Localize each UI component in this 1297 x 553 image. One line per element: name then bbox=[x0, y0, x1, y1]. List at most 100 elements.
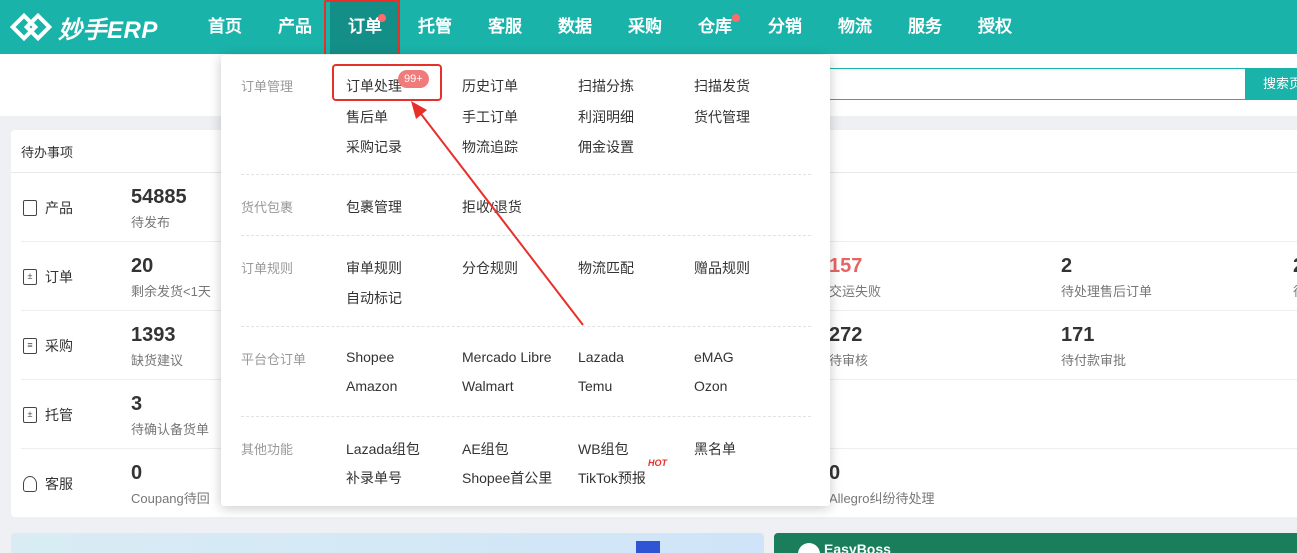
nav-item-warehouse-label: 仓库 bbox=[698, 17, 732, 36]
menu-item-scan-sort[interactable]: 扫描分拣 bbox=[578, 76, 634, 96]
menu-item-package-management[interactable]: 包裹管理 bbox=[346, 197, 402, 217]
nav-item-services[interactable]: 服务 bbox=[890, 0, 960, 54]
group-title-order-management: 订单管理 bbox=[241, 79, 294, 94]
menu-item-shopee[interactable]: Shopee bbox=[346, 349, 394, 365]
panel-title: 待办事项 bbox=[21, 145, 74, 160]
stat-label: 剩余发货<1天 bbox=[131, 284, 211, 299]
menu-item-tracking-number-entry[interactable]: 补录单号 bbox=[346, 468, 402, 488]
divider bbox=[241, 416, 811, 417]
purchase-icon: ≡ bbox=[23, 338, 37, 354]
nav-item-warehouse[interactable]: 仓库 bbox=[680, 0, 750, 54]
stat-item[interactable]: 2待 bbox=[1293, 255, 1297, 300]
stat-value: 54885 bbox=[131, 186, 187, 208]
easyboss-logo-icon bbox=[798, 543, 820, 553]
menu-item-rejected-returns[interactable]: 拒收/退货 bbox=[462, 197, 522, 217]
stat-value: 2 bbox=[1293, 255, 1297, 279]
nav-item-logistics[interactable]: 物流 bbox=[820, 0, 890, 54]
stat-item[interactable]: 3 待确认备货单 bbox=[131, 393, 209, 438]
group-title-platform-warehouse-orders: 平台仓订单 bbox=[241, 352, 307, 367]
menu-item-purchase-records[interactable]: 采购记录 bbox=[346, 137, 402, 157]
menu-item-profit-detail[interactable]: 利润明细 bbox=[578, 107, 634, 127]
row-label-text: 订单 bbox=[45, 269, 73, 285]
promo-banner-right[interactable]: EasyBoss bbox=[774, 533, 1297, 553]
promo-banner-left[interactable] bbox=[11, 533, 764, 553]
menu-item-shopee-first-mile[interactable]: Shopee首公里 bbox=[462, 468, 552, 488]
group-title-other-functions: 其他功能 bbox=[241, 442, 294, 457]
stat-item[interactable]: 20 剩余发货<1天 bbox=[131, 255, 211, 300]
menu-item-scan-ship[interactable]: 扫描发货 bbox=[694, 76, 750, 96]
stat-value: 0 bbox=[829, 462, 841, 484]
menu-item-commission-settings[interactable]: 佣金设置 bbox=[578, 137, 634, 157]
stat-item[interactable]: 0 Allegro纠纷待处理 bbox=[829, 462, 934, 507]
menu-item-blacklist[interactable]: 黑名单 bbox=[694, 439, 736, 459]
menu-item-warehouse-rules[interactable]: 分仓规则 bbox=[462, 258, 518, 278]
notification-dot bbox=[378, 14, 386, 22]
logo-text: 妙手ERP bbox=[58, 16, 158, 44]
stat-item[interactable]: 1393 缺货建议 bbox=[131, 324, 183, 369]
nav-item-purchase[interactable]: 采购 bbox=[610, 0, 680, 54]
stat-value: 1393 bbox=[131, 324, 176, 346]
menu-item-auto-tagging[interactable]: 自动标记 bbox=[346, 288, 402, 308]
divider bbox=[241, 326, 811, 327]
stat-value: 157 bbox=[829, 255, 863, 277]
stat-item[interactable]: 2 待处理售后订单 bbox=[1061, 255, 1152, 300]
stat-label: 交运失败 bbox=[829, 284, 882, 299]
row-label-text: 产品 bbox=[45, 200, 73, 216]
product-icon bbox=[23, 200, 37, 216]
nav-item-home[interactable]: 首页 bbox=[190, 0, 260, 54]
menu-item-manual-order[interactable]: 手工订单 bbox=[462, 107, 518, 127]
stat-label: 待确认备货单 bbox=[131, 422, 210, 437]
nav-item-orders-label: 订单 bbox=[348, 17, 382, 36]
stat-value: 272 bbox=[829, 324, 863, 346]
menu-item-amazon[interactable]: Amazon bbox=[346, 378, 397, 394]
menu-item-mercado-libre[interactable]: Mercado Libre bbox=[462, 349, 552, 365]
menu-item-after-sales[interactable]: 售后单 bbox=[346, 107, 388, 127]
nav-item-data[interactable]: 数据 bbox=[540, 0, 610, 54]
menu-item-emag[interactable]: eMAG bbox=[694, 349, 734, 365]
menu-item-review-rules[interactable]: 审单规则 bbox=[346, 258, 402, 278]
menu-item-tiktok-forecast[interactable]: TikTok预报 bbox=[578, 468, 646, 488]
menu-item-forwarder-management[interactable]: 货代管理 bbox=[694, 107, 750, 127]
stat-value: 20 bbox=[131, 255, 154, 277]
menu-item-ozon[interactable]: Ozon bbox=[694, 378, 727, 394]
menu-item-temu[interactable]: Temu bbox=[578, 378, 612, 394]
row-label: ± 托管 bbox=[23, 405, 73, 425]
stat-label: 待付款审批 bbox=[1061, 353, 1127, 368]
nav-item-distribution[interactable]: 分销 bbox=[750, 0, 820, 54]
menu-item-logistics-tracking[interactable]: 物流追踪 bbox=[462, 137, 518, 157]
top-nav-bar: 妙手ERP 首页 产品 订单 托管 客服 数据 采购 仓库 分销 物流 服务 授… bbox=[0, 0, 1297, 54]
menu-item-walmart[interactable]: Walmart bbox=[462, 378, 514, 394]
row-label-text: 采购 bbox=[45, 338, 73, 354]
search-button[interactable]: 搜索页 bbox=[1245, 68, 1297, 100]
menu-item-lazada[interactable]: Lazada bbox=[578, 349, 624, 365]
stat-item[interactable]: 171 待付款审批 bbox=[1061, 324, 1126, 369]
menu-item-order-processing[interactable]: 订单处理 bbox=[346, 76, 402, 96]
logo-icon bbox=[9, 10, 54, 44]
stat-item[interactable]: 54885 待发布 bbox=[131, 186, 187, 231]
row-label: 产品 bbox=[23, 198, 73, 218]
stat-item[interactable]: 0 Coupang待回 bbox=[131, 462, 210, 507]
stat-item[interactable]: 272 待审核 bbox=[829, 324, 868, 369]
stat-item[interactable]: 157 交运失败 bbox=[829, 255, 881, 300]
group-title-forwarder-packages: 货代包裹 bbox=[241, 200, 294, 215]
menu-item-gift-rules[interactable]: 赠品规则 bbox=[694, 258, 750, 278]
menu-item-lazada-packing[interactable]: Lazada组包 bbox=[346, 439, 420, 459]
stat-label: 待发布 bbox=[131, 215, 171, 230]
stat-label: Allegro纠纷待处理 bbox=[829, 491, 935, 506]
nav-item-products[interactable]: 产品 bbox=[260, 0, 330, 54]
menu-item-order-history[interactable]: 历史订单 bbox=[462, 76, 518, 96]
nav-item-authorization[interactable]: 授权 bbox=[960, 0, 1030, 54]
search-input[interactable] bbox=[828, 68, 1246, 100]
stat-value: 2 bbox=[1061, 255, 1073, 277]
nav-item-orders[interactable]: 订单 bbox=[330, 0, 400, 54]
banner-right-text: EasyBoss bbox=[824, 541, 891, 553]
hot-tag: HOT bbox=[648, 458, 667, 468]
user-icon bbox=[23, 476, 37, 492]
stat-label: 待 bbox=[1293, 281, 1297, 300]
nav-item-hosting[interactable]: 托管 bbox=[400, 0, 470, 54]
menu-item-ae-packing[interactable]: AE组包 bbox=[462, 439, 509, 459]
nav-item-customer-service[interactable]: 客服 bbox=[470, 0, 540, 54]
menu-item-logistics-matching[interactable]: 物流匹配 bbox=[578, 258, 634, 278]
menu-item-wb-packing[interactable]: WB组包 bbox=[578, 439, 629, 459]
app-logo[interactable]: 妙手ERP bbox=[9, 10, 158, 44]
